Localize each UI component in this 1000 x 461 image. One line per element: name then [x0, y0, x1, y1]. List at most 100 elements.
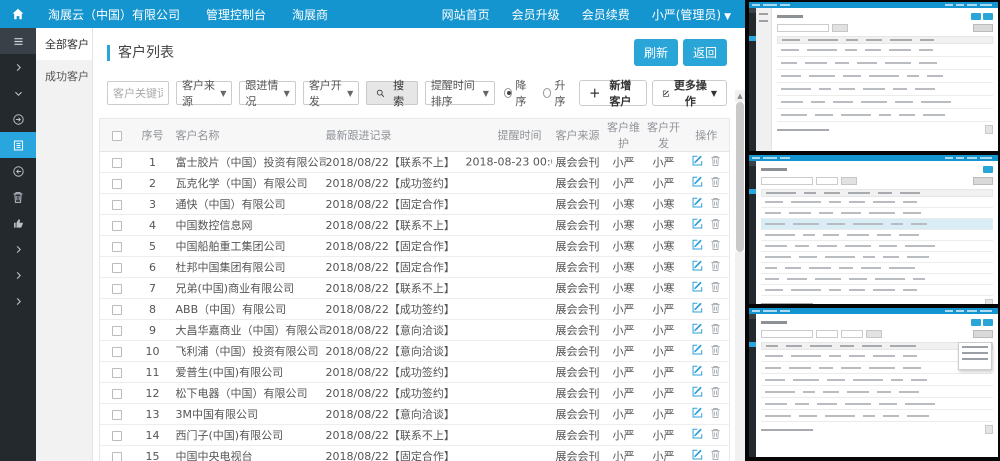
source-select[interactable]: 客户来源▼	[176, 81, 232, 105]
delete-row-icon[interactable]	[710, 344, 721, 359]
row-checkbox[interactable]	[112, 410, 122, 420]
plus-icon: ＋	[589, 85, 600, 101]
delete-row-icon[interactable]	[710, 323, 721, 338]
develop-select[interactable]: 客户开发▼	[303, 81, 359, 105]
nav-member-upgrade[interactable]: 会员升级	[512, 6, 560, 23]
scrollbar-track[interactable]	[735, 252, 745, 461]
sort-select[interactable]: 提醒时间排序▼	[425, 81, 495, 105]
back-button[interactable]: 返回	[683, 39, 727, 66]
customer-developer: 小严	[644, 446, 684, 461]
row-checkbox[interactable]	[112, 389, 122, 399]
row-seq: 1	[134, 152, 172, 173]
sidebar-item-export[interactable]	[0, 158, 36, 184]
edit-row-icon[interactable]	[691, 385, 704, 401]
customer-source: 展会会刊	[552, 173, 604, 194]
delete-row-icon[interactable]	[710, 197, 721, 212]
keyword-input[interactable]	[107, 81, 169, 105]
reminder-time	[466, 425, 552, 446]
nav-taozhanshang[interactable]: 淘展商	[292, 6, 328, 23]
sidebar-item-expand-3[interactable]	[0, 236, 36, 262]
edit-row-icon[interactable]	[691, 280, 704, 296]
sidebar-item-expand-2[interactable]	[0, 80, 36, 106]
reminder-time	[466, 194, 552, 215]
delete-row-icon[interactable]	[710, 260, 721, 275]
reminder-time	[466, 320, 552, 341]
reminder-time	[466, 278, 552, 299]
row-checkbox[interactable]	[112, 452, 122, 461]
row-seq: 11	[134, 362, 172, 383]
delete-row-icon[interactable]	[710, 176, 721, 191]
row-checkbox[interactable]	[112, 368, 122, 378]
vertical-scrollbar[interactable]: ▲	[735, 28, 745, 461]
edit-row-icon[interactable]	[691, 364, 704, 380]
sidebar-item-import[interactable]	[0, 106, 36, 132]
row-checkbox[interactable]	[112, 242, 122, 252]
row-checkbox[interactable]	[112, 200, 122, 210]
sidebar-item-expand-1[interactable]	[0, 54, 36, 80]
scrollbar-thumb[interactable]	[736, 102, 744, 252]
delete-row-icon[interactable]	[710, 407, 721, 422]
delete-row-icon[interactable]	[710, 239, 721, 254]
row-checkbox[interactable]	[112, 347, 122, 357]
row-seq: 6	[134, 257, 172, 278]
search-button[interactable]: 搜索	[366, 81, 418, 105]
nav-member-renew[interactable]: 会员续费	[582, 6, 630, 23]
home-button[interactable]	[0, 0, 36, 28]
row-seq: 15	[134, 446, 172, 461]
sort-desc-radio[interactable]: 降序	[504, 77, 533, 109]
scrollbar-up-arrow[interactable]: ▲	[735, 90, 745, 102]
brand-company-name[interactable]: 淘展云（中国）有限公司	[48, 6, 180, 23]
edit-row-icon[interactable]	[691, 238, 704, 254]
delete-row-icon[interactable]	[710, 386, 721, 401]
reminder-time	[466, 383, 552, 404]
add-customer-button[interactable]: ＋新增客户	[579, 80, 646, 106]
delete-row-icon[interactable]	[710, 155, 721, 170]
edit-row-icon[interactable]	[691, 301, 704, 317]
edit-row-icon[interactable]	[691, 217, 704, 233]
user-menu[interactable]: 小严(管理员)▼	[652, 6, 731, 23]
edit-row-icon[interactable]	[691, 406, 704, 422]
chevron-right-icon	[13, 270, 24, 281]
table-row: 7兄弟(中国)商业有限公司2018/08/22【联系不上】展会会刊小寒小寒	[100, 278, 730, 299]
followup-select[interactable]: 跟进情况▼	[239, 81, 295, 105]
edit-row-icon[interactable]	[691, 175, 704, 191]
sort-asc-radio[interactable]: 升序	[543, 77, 572, 109]
delete-row-icon[interactable]	[710, 449, 721, 461]
edit-row-icon[interactable]	[691, 427, 704, 443]
sidebar-menu-toggle[interactable]	[0, 28, 36, 54]
row-checkbox[interactable]	[112, 179, 122, 189]
edit-row-icon[interactable]	[691, 196, 704, 212]
row-checkbox[interactable]	[112, 431, 122, 441]
delete-row-icon[interactable]	[710, 428, 721, 443]
delete-row-icon[interactable]	[710, 281, 721, 296]
row-checkbox[interactable]	[112, 305, 122, 315]
edit-row-icon[interactable]	[691, 448, 704, 461]
select-all-checkbox[interactable]	[112, 131, 122, 141]
sidebar-item-all-customers[interactable]: 全部客户	[36, 28, 92, 60]
nav-site-home[interactable]: 网站首页	[442, 6, 490, 23]
row-checkbox[interactable]	[112, 158, 122, 168]
sidebar-item-recycle[interactable]	[0, 184, 36, 210]
sidebar-item-expand-5[interactable]	[0, 288, 36, 314]
row-checkbox[interactable]	[112, 284, 122, 294]
row-checkbox[interactable]	[112, 263, 122, 273]
followup-record: 2018/08/22【成功签约】	[326, 383, 466, 404]
delete-row-icon[interactable]	[710, 302, 721, 317]
sidebar-item-customer-list[interactable]	[0, 132, 36, 158]
sidebar-item-expand-4[interactable]	[0, 262, 36, 288]
more-actions-button[interactable]: 更多操作▼	[652, 80, 728, 106]
nav-admin-console[interactable]: 管理控制台	[206, 6, 266, 23]
edit-row-icon[interactable]	[691, 154, 704, 170]
edit-row-icon[interactable]	[691, 322, 704, 338]
edit-row-icon[interactable]	[691, 259, 704, 275]
row-checkbox[interactable]	[112, 326, 122, 336]
edit-row-icon[interactable]	[691, 343, 704, 359]
refresh-button[interactable]: 刷新	[634, 39, 678, 66]
chevron-right-icon	[13, 296, 24, 307]
sidebar-item-success-customers[interactable]: 成功客户	[36, 60, 92, 92]
sidebar-item-success[interactable]	[0, 210, 36, 236]
delete-row-icon[interactable]	[710, 218, 721, 233]
customer-maintainer: 小严	[604, 173, 644, 194]
delete-row-icon[interactable]	[710, 365, 721, 380]
row-checkbox[interactable]	[112, 221, 122, 231]
